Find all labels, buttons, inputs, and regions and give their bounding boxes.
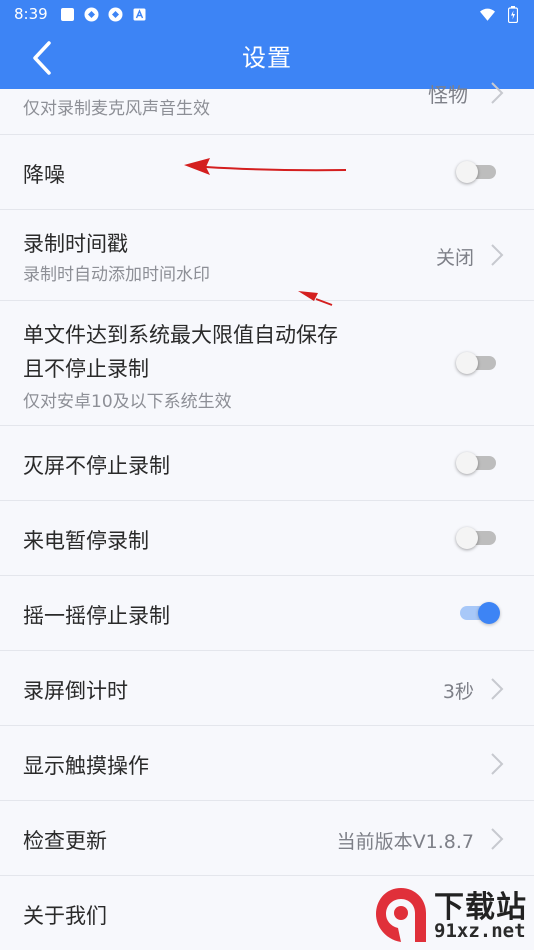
row-auto-save[interactable]: 单文件达到系统最大限值自动保存 且不停止录制 仅对安卓10及以下系统生效 xyxy=(0,301,534,426)
watermark: 下载站 91xz.net xyxy=(364,880,534,950)
annotation-arrow xyxy=(298,291,333,306)
row-title: 灭屏不停止录制 xyxy=(23,454,170,478)
row-title: 关于我们 xyxy=(23,904,107,928)
status-bar: 8:39 xyxy=(0,0,534,28)
row-record-timestamp[interactable]: 录制时间戳 录制时自动添加时间水印 关闭 xyxy=(0,210,534,301)
chevron-right-icon xyxy=(491,753,504,775)
row-shake-stop[interactable]: 摇一摇停止录制 xyxy=(0,576,534,651)
sync-icon xyxy=(84,7,99,22)
row-title: 显示触摸操作 xyxy=(23,754,149,778)
row-title: 降噪 xyxy=(23,163,65,187)
row-subtitle: 仅对安卓10及以下系统生效 xyxy=(23,392,232,412)
chevron-right-icon xyxy=(491,82,504,104)
incoming-call-toggle[interactable] xyxy=(456,526,500,550)
row-subtitle: 仅对录制麦克风声音生效 xyxy=(23,99,210,119)
row-countdown[interactable]: 录屏倒计时 3秒 xyxy=(0,651,534,726)
watermark-logo-icon xyxy=(376,888,426,942)
sync-icon xyxy=(108,7,123,22)
screen-off-toggle[interactable] xyxy=(456,451,500,475)
row-screen-off[interactable]: 灭屏不停止录制 xyxy=(0,426,534,501)
battery-icon xyxy=(505,5,520,23)
wifi-icon xyxy=(480,7,495,22)
annotation-arrow xyxy=(184,158,347,175)
chevron-right-icon xyxy=(491,828,504,850)
row-title: 来电暂停录制 xyxy=(23,529,149,553)
square-icon xyxy=(60,7,75,22)
chevron-right-icon xyxy=(491,244,504,266)
row-title: 录制时间戳 xyxy=(23,232,128,256)
row-value: 当前版本V1.8.7 xyxy=(336,831,474,853)
a-icon xyxy=(132,7,147,22)
status-time: 8:39 xyxy=(14,5,48,23)
noise-reduction-toggle[interactable] xyxy=(456,160,500,184)
watermark-url: 91xz.net xyxy=(434,920,526,942)
row-title-line1: 单文件达到系统最大限值自动保存 xyxy=(23,323,338,347)
row-value: 关闭 xyxy=(435,247,474,269)
row-title: 摇一摇停止录制 xyxy=(23,604,170,628)
row-subtitle: 录制时自动添加时间水印 xyxy=(23,265,210,285)
row-check-update[interactable]: 检查更新 当前版本V1.8.7 xyxy=(0,801,534,876)
row-mic-audio[interactable]: 仅对录制麦克风声音生效 怪物 xyxy=(0,82,534,135)
chevron-right-icon xyxy=(491,678,504,700)
row-title-line2: 且不停止录制 xyxy=(23,357,149,381)
row-value: 3秒 xyxy=(442,681,474,703)
row-value: 怪物 xyxy=(428,83,468,107)
row-title: 检查更新 xyxy=(23,829,107,853)
shake-stop-toggle[interactable] xyxy=(456,601,500,625)
row-incoming-call[interactable]: 来电暂停录制 xyxy=(0,501,534,576)
auto-save-toggle[interactable] xyxy=(456,351,500,375)
notification-icons xyxy=(60,7,147,22)
row-title: 录屏倒计时 xyxy=(23,679,128,703)
row-show-touch[interactable]: 显示触摸操作 xyxy=(0,726,534,801)
